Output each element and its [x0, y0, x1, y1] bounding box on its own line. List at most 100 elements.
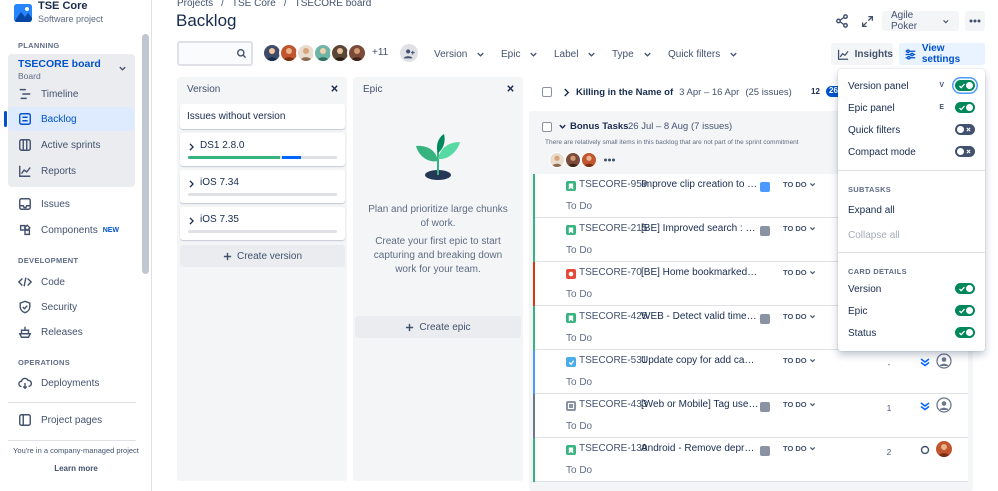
version-card[interactable]: iOS 7.35	[180, 207, 345, 240]
chevron-right-icon[interactable]	[188, 217, 195, 225]
backlog-checkbox[interactable]	[542, 122, 552, 132]
toggle-quick-filters[interactable]: Quick filters	[848, 124, 975, 136]
issue-key[interactable]: TSECORE-139	[579, 443, 647, 454]
avatar[interactable]	[936, 441, 952, 457]
story-points[interactable]: 2	[883, 448, 895, 457]
share-icon[interactable]	[833, 12, 851, 30]
issue-summary[interactable]: WEB - Detect valid timest...	[641, 311, 759, 322]
toggle-switch[interactable]	[955, 80, 975, 91]
story-points[interactable]: 1	[883, 404, 895, 413]
learn-more-link[interactable]: Learn more	[0, 464, 152, 473]
toggle-card-status[interactable]: Status	[848, 327, 975, 339]
sprint-header[interactable]: Killing in the Name of 3 Apr – 16 Apr (2…	[529, 80, 834, 104]
status-dropdown[interactable]: TO DO	[783, 356, 816, 365]
toggle-switch[interactable]	[955, 327, 975, 338]
issues-without-version[interactable]: Issues without version	[180, 104, 345, 129]
issue-summary[interactable]: [Web or Mobile] Tag user i...	[641, 399, 759, 410]
chevron-right-icon[interactable]	[188, 143, 195, 151]
create-version-button[interactable]: Create version	[180, 245, 345, 267]
sidebar-item-reports[interactable]: Reports	[8, 159, 134, 183]
sprint-checkbox[interactable]	[542, 87, 552, 97]
unassigned-avatar[interactable]	[936, 353, 952, 369]
status-dropdown[interactable]: TO DO	[783, 400, 816, 409]
unassigned-avatar[interactable]	[936, 397, 952, 413]
issue-summary[interactable]: Android - Remove deprec...	[641, 443, 759, 454]
toggle-card-epic[interactable]: Epic	[848, 305, 975, 317]
avatar[interactable]	[565, 152, 581, 168]
add-people-button[interactable]	[400, 44, 418, 62]
breadcrumb-board[interactable]: TSECORE board	[295, 0, 372, 9]
chevron-right-icon[interactable]	[563, 88, 570, 97]
issue-summary[interactable]: [BE] Home bookmarked se...	[641, 267, 759, 278]
sidebar-item-timeline[interactable]: Timeline	[8, 82, 134, 106]
sidebar-item-releases[interactable]: Releases	[8, 320, 134, 344]
status-dropdown[interactable]: TO DO	[783, 444, 816, 453]
version-card[interactable]: DS1 2.8.0	[180, 133, 345, 166]
epic-filter[interactable]: Epic	[501, 43, 538, 65]
view-settings-button[interactable]: View settings	[899, 43, 985, 65]
status-dropdown[interactable]: TO DO	[783, 224, 816, 233]
toggle-card-version[interactable]: Version	[848, 283, 975, 295]
sidebar-item-active-sprints[interactable]: Active sprints	[8, 133, 134, 157]
toggle-switch[interactable]	[955, 305, 975, 316]
issue-row[interactable]: TSECORE-139 Android - Remove deprec... TO …	[533, 438, 968, 482]
toggle-version-panel[interactable]: Version panel V	[848, 80, 975, 92]
version-card[interactable]: iOS 7.34	[180, 170, 345, 203]
search-input[interactable]	[177, 41, 253, 66]
quick-filters-dropdown[interactable]: Quick filters	[668, 43, 738, 65]
chevron-down-icon[interactable]	[118, 64, 127, 73]
avatar-overflow-count[interactable]: +11	[372, 43, 388, 63]
status-dropdown[interactable]: TO DO	[783, 180, 816, 189]
version-filter[interactable]: Version	[434, 43, 485, 65]
sidebar-item-project-pages[interactable]: Project pages	[8, 408, 134, 432]
create-epic-button[interactable]: Create epic	[355, 316, 521, 338]
toggle-switch[interactable]	[955, 146, 975, 157]
status-dropdown[interactable]: TO DO	[783, 268, 816, 277]
toggle-compact-mode[interactable]: Compact mode	[848, 146, 975, 158]
label-filter[interactable]: Label	[554, 43, 596, 65]
more-icon[interactable]	[603, 158, 616, 162]
issue-summary[interactable]: Update copy for add case ...	[641, 355, 759, 366]
sidebar-item-components[interactable]: Components NEW	[8, 218, 134, 242]
breadcrumb-project[interactable]: TSE Core	[232, 0, 276, 9]
issue-summary[interactable]: [BE] Improved search : mu...	[641, 223, 759, 234]
sidebar-item-code[interactable]: Code	[8, 270, 134, 294]
chevron-right-icon[interactable]	[188, 180, 195, 188]
sidebar-item-security[interactable]: Security	[8, 295, 134, 319]
avatar[interactable]	[549, 152, 565, 168]
toggle-switch[interactable]	[955, 124, 975, 135]
project-header[interactable]: TSE Core Software project	[14, 0, 103, 26]
type-filter[interactable]: Type	[612, 43, 652, 65]
story-points[interactable]: -	[883, 360, 895, 369]
toggle-epic-panel[interactable]: Epic panel E	[848, 102, 975, 114]
issue-row[interactable]: TSECORE-531 Update copy for add case ... T…	[533, 350, 968, 394]
sidebar-item-deployments[interactable]: Deployments	[8, 371, 134, 395]
breadcrumb-projects[interactable]: Projects	[177, 0, 213, 9]
sidebar-scrollbar[interactable]	[142, 34, 149, 274]
sidebar-item-issues[interactable]: Issues	[8, 192, 134, 216]
avatar[interactable]	[581, 152, 597, 168]
toggle-switch[interactable]	[955, 283, 975, 294]
insights-button[interactable]: Insights	[831, 43, 893, 65]
agile-poker-button[interactable]: Agile Poker	[882, 10, 959, 32]
filter-label: Epic	[501, 48, 521, 60]
issue-key[interactable]: TSECORE-70	[579, 267, 642, 278]
sidebar-item-backlog[interactable]: Backlog	[4, 107, 134, 131]
toggle-switch[interactable]	[955, 102, 975, 113]
issue-key[interactable]: TSECORE-959	[579, 179, 647, 190]
issue-key[interactable]: TSECORE-215	[579, 223, 647, 234]
check-icon	[959, 330, 965, 336]
status-dropdown[interactable]: TO DO	[783, 312, 816, 321]
chevron-down-icon[interactable]	[558, 122, 567, 131]
more-actions-button[interactable]	[965, 11, 985, 31]
avatar[interactable]	[347, 43, 367, 63]
close-icon[interactable]	[330, 84, 339, 93]
issue-summary[interactable]: Improve clip creation to fa...	[641, 179, 759, 190]
issue-row[interactable]: TSECORE-433 [Web or Mobile] Tag user i...…	[533, 394, 968, 438]
issue-key[interactable]: TSECORE-531	[579, 355, 647, 366]
close-icon[interactable]	[506, 84, 515, 93]
fullscreen-icon[interactable]	[858, 12, 876, 30]
issue-key[interactable]: TSECORE-433	[579, 399, 647, 410]
issue-key[interactable]: TSECORE-425	[579, 311, 647, 322]
expand-all-option[interactable]: Expand all	[848, 205, 975, 216]
